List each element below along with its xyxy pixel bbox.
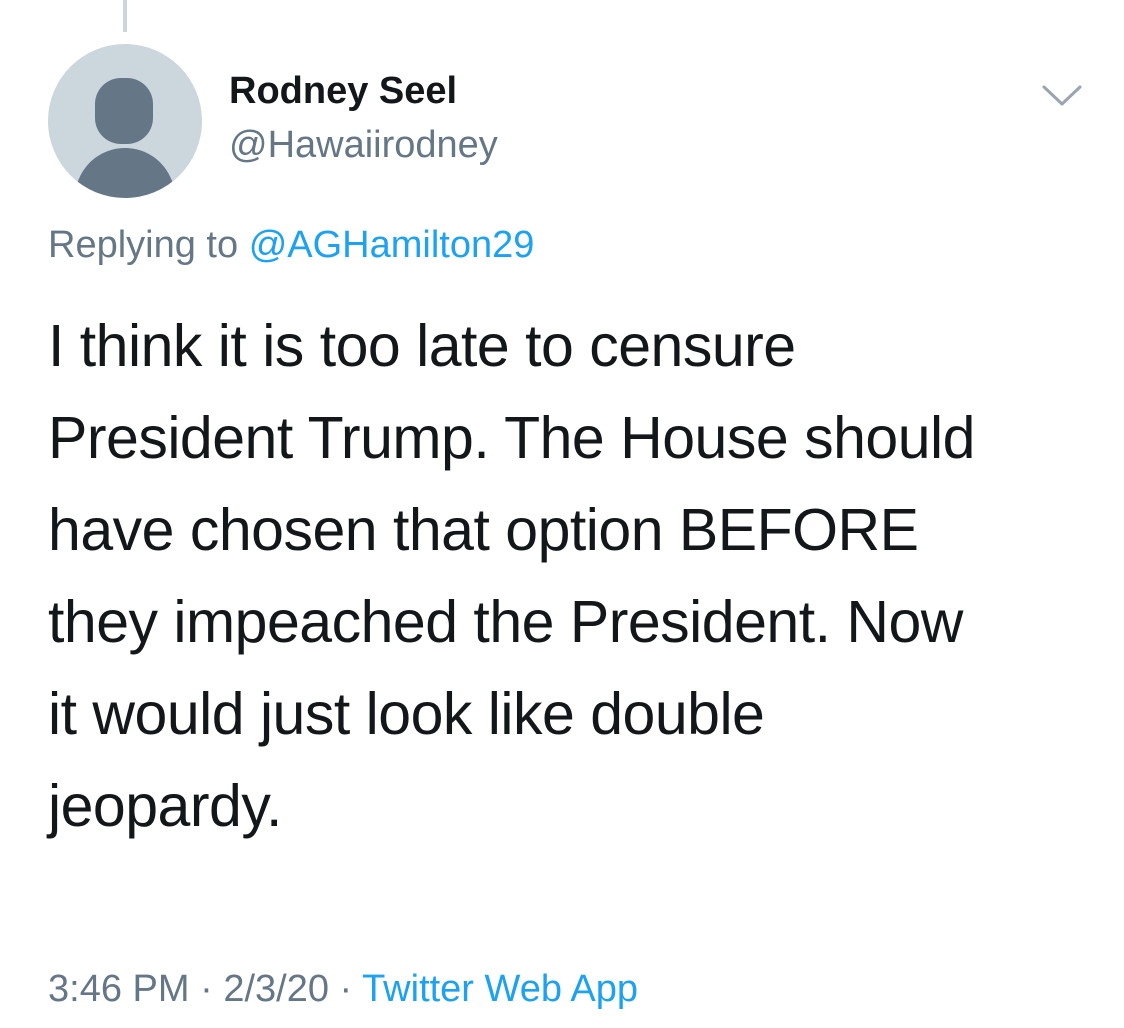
tweet-metadata: 3:46 PM · 2/3/20 · Twitter Web App [48, 966, 638, 1012]
author-name[interactable]: Rodney Seel [229, 68, 457, 114]
author-handle[interactable]: @Hawaiirodney [229, 122, 498, 168]
avatar[interactable] [48, 44, 202, 198]
replying-to-label: Replying to [48, 224, 239, 266]
tweet-text-line: they impeached the President. Now [48, 589, 963, 655]
tweet-menu-button[interactable] [1040, 80, 1084, 110]
thread-connector-line [123, 0, 127, 32]
tweet-text-line: have chosen that option BEFORE [48, 497, 919, 563]
tweet-text-line: it would just look like double [48, 681, 765, 747]
tweet-time[interactable]: 3:46 PM [48, 968, 190, 1010]
default-profile-avatar-icon [74, 78, 176, 198]
chevron-down-icon [1042, 85, 1082, 106]
tweet-text-line: jeopardy. [48, 773, 282, 839]
tweet-text-line: President Trump. The House should [48, 405, 975, 471]
tweet-source-link[interactable]: Twitter Web App [362, 968, 638, 1010]
meta-separator: · [339, 968, 353, 1010]
replying-to: Replying to @AGHamilton29 [48, 222, 534, 268]
meta-separator: · [200, 968, 213, 1010]
replying-to-mention[interactable]: @AGHamilton29 [249, 224, 535, 266]
tweet-text-line: I think it is too late to censure [48, 313, 796, 379]
tweet-text: I think it is too late to censure Presid… [48, 300, 1088, 852]
tweet-date[interactable]: 2/3/20 [223, 968, 329, 1010]
